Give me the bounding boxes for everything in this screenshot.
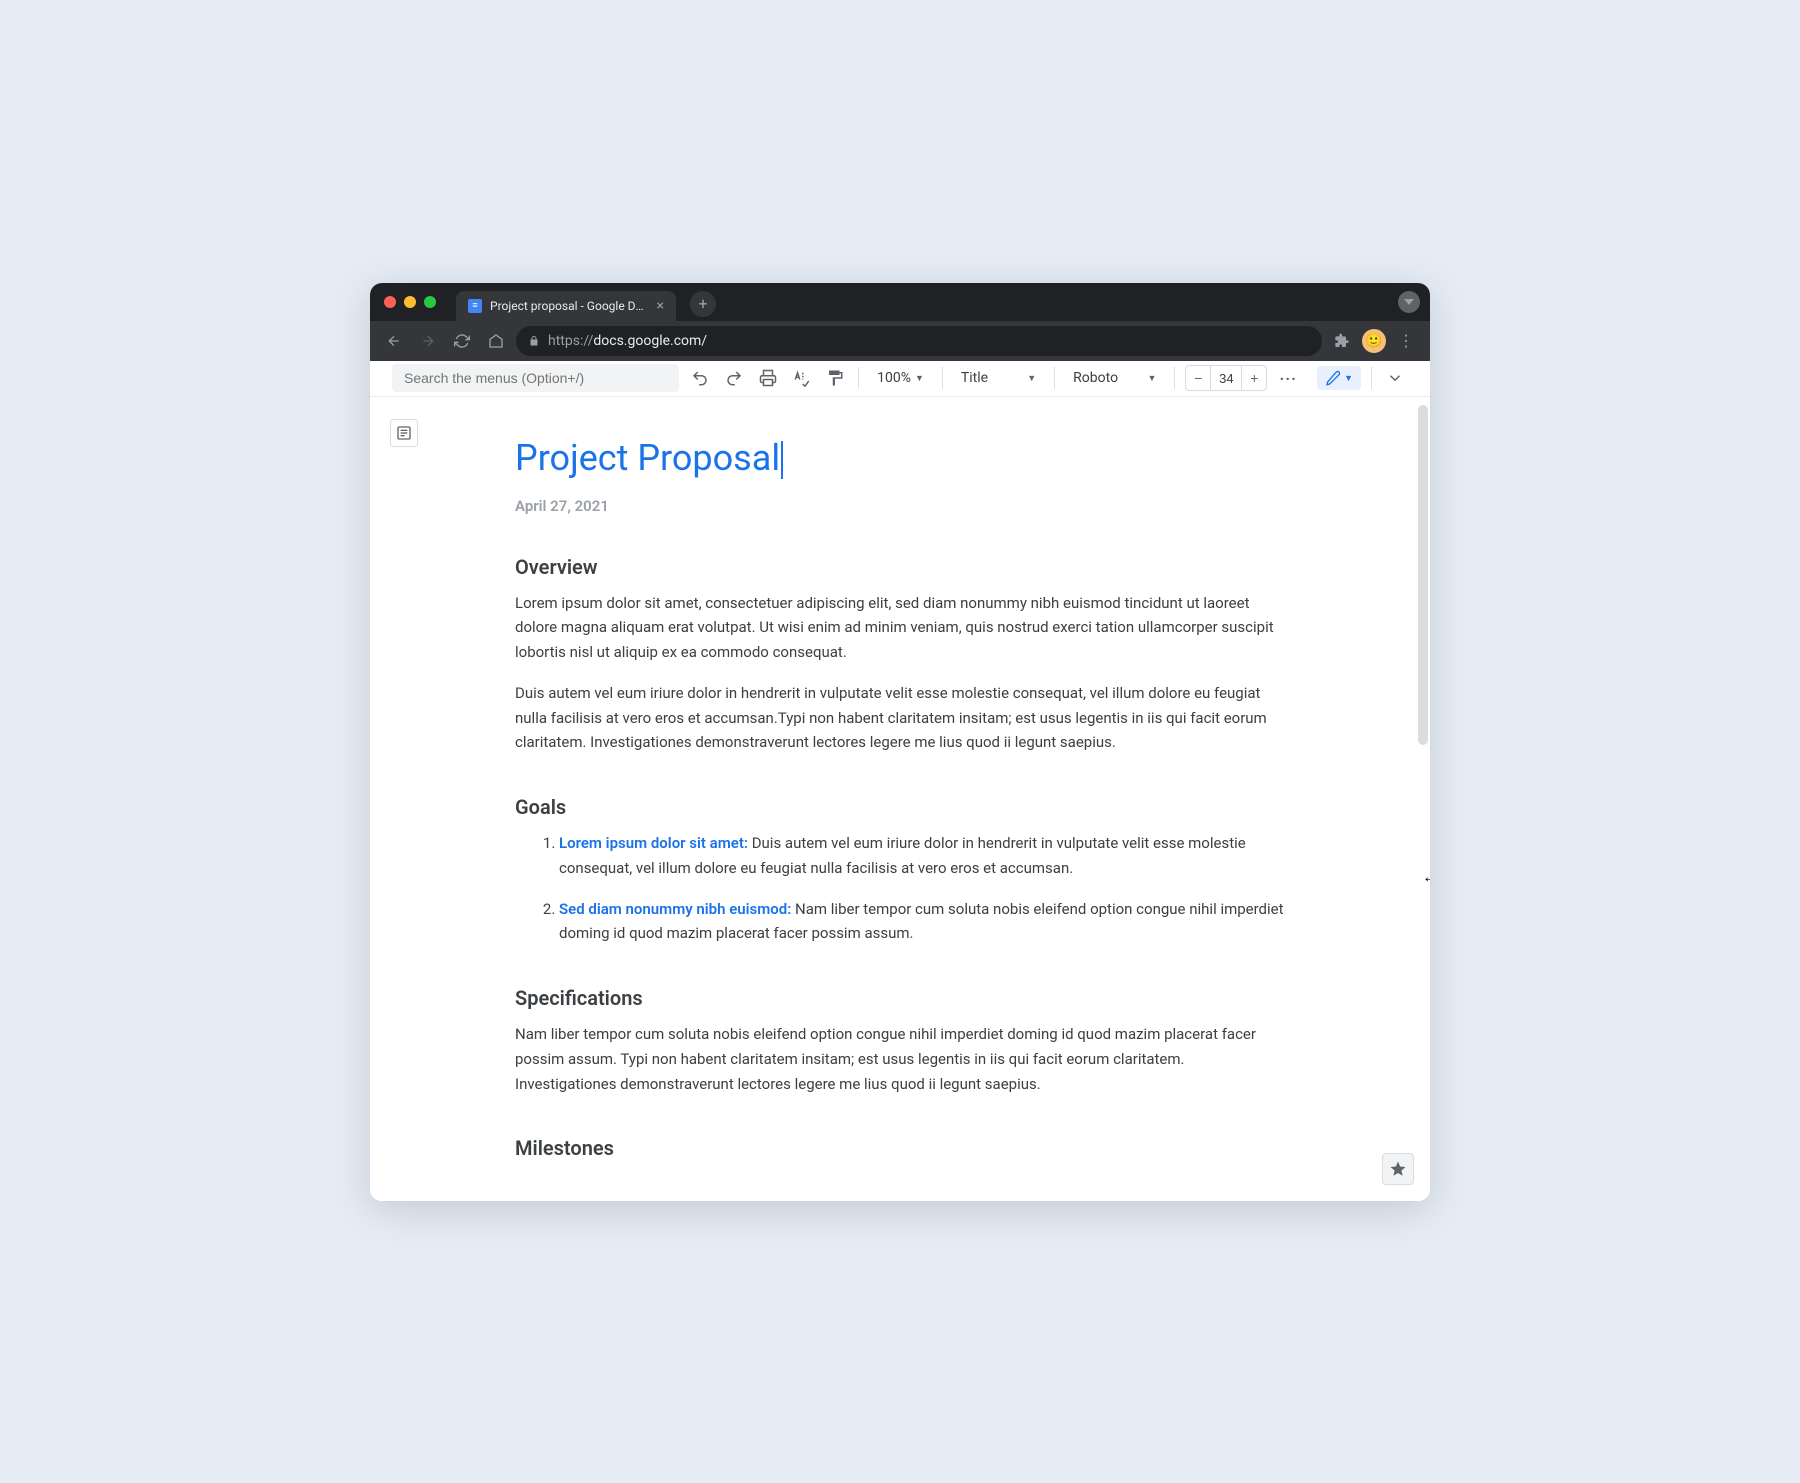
heading-specifications[interactable]: Specifications: [515, 986, 1285, 1010]
tab-close-button[interactable]: ×: [657, 298, 664, 314]
document-title[interactable]: Project Proposal: [515, 437, 783, 479]
heading-goals[interactable]: Goals: [515, 795, 1285, 819]
address-bar: https://docs.google.com/ 🙂 ⋮: [370, 321, 1430, 361]
heading-overview[interactable]: Overview: [515, 555, 1285, 579]
profile-avatar[interactable]: 🙂: [1362, 329, 1386, 353]
menu-search-input[interactable]: [404, 370, 667, 386]
document-area: Project Proposal April 27, 2021 Overview…: [370, 397, 1430, 1201]
reload-button[interactable]: [448, 327, 476, 355]
editing-mode-button[interactable]: ▼: [1317, 366, 1361, 390]
text-cursor: [781, 441, 783, 479]
style-value: Title: [961, 370, 1023, 386]
goal-link-2[interactable]: Sed diam nonummy nibh euismod:: [559, 900, 791, 918]
scrollbar[interactable]: [1416, 397, 1428, 1201]
zoom-value: 100%: [877, 370, 911, 386]
undo-button[interactable]: [687, 365, 713, 391]
goal-item-1[interactable]: Lorem ipsum dolor sit amet: Duis autem v…: [559, 831, 1285, 881]
goal-link-1[interactable]: Lorem ipsum dolor sit amet:: [559, 834, 748, 852]
zoom-selector[interactable]: 100% ▼: [869, 365, 932, 391]
font-selector[interactable]: Roboto ▼: [1065, 365, 1164, 391]
lock-icon: [528, 335, 540, 347]
new-tab-button[interactable]: +: [690, 291, 716, 317]
browser-menu-button[interactable]: ⋮: [1392, 327, 1420, 355]
docs-toolbar: 100% ▼ Title ▼ Roboto ▼ − + ··· ▼: [370, 361, 1430, 397]
pencil-icon: [1325, 370, 1341, 386]
redo-button[interactable]: [721, 365, 747, 391]
overview-paragraph-1[interactable]: Lorem ipsum dolor sit amet, consectetuer…: [515, 591, 1285, 665]
explore-button[interactable]: [1382, 1153, 1414, 1185]
font-size-decrease-button[interactable]: −: [1186, 366, 1210, 390]
close-window-button[interactable]: [384, 296, 396, 308]
caret-down-icon: ▼: [1344, 373, 1353, 384]
document-date[interactable]: April 27, 2021: [515, 497, 1285, 515]
docs-favicon-icon: ≡: [468, 299, 482, 313]
document-outline-button[interactable]: [390, 419, 418, 447]
url-text: https://docs.google.com/: [548, 333, 707, 349]
font-size-input[interactable]: [1211, 371, 1241, 386]
browser-window: ≡ Project proposal - Google Docs × + htt…: [370, 283, 1430, 1201]
spellcheck-button[interactable]: [789, 365, 815, 391]
goals-list[interactable]: Lorem ipsum dolor sit amet: Duis autem v…: [515, 831, 1285, 946]
home-button[interactable]: [482, 327, 510, 355]
document-page[interactable]: Project Proposal April 27, 2021 Overview…: [515, 397, 1285, 1161]
print-button[interactable]: [755, 365, 781, 391]
url-bar[interactable]: https://docs.google.com/: [516, 326, 1322, 356]
heading-milestones[interactable]: Milestones: [515, 1136, 1285, 1160]
caret-down-icon: ▼: [915, 373, 924, 384]
style-selector[interactable]: Title ▼: [953, 365, 1044, 391]
resize-cursor-icon: ↔: [1422, 867, 1430, 887]
maximize-window-button[interactable]: [424, 296, 436, 308]
paint-format-button[interactable]: [822, 365, 848, 391]
goal-item-2[interactable]: Sed diam nonummy nibh euismod: Nam liber…: [559, 897, 1285, 947]
font-size-control: − +: [1185, 365, 1267, 391]
extensions-button[interactable]: [1328, 327, 1356, 355]
font-size-increase-button[interactable]: +: [1242, 366, 1266, 390]
font-value: Roboto: [1073, 370, 1143, 386]
more-toolbar-button[interactable]: ···: [1275, 365, 1301, 391]
tab-title: Project proposal - Google Docs: [490, 299, 649, 313]
overview-paragraph-2[interactable]: Duis autem vel eum iriure dolor in hendr…: [515, 681, 1285, 755]
minimize-window-button[interactable]: [404, 296, 416, 308]
scrollbar-thumb[interactable]: [1418, 405, 1428, 745]
specifications-paragraph[interactable]: Nam liber tempor cum soluta nobis eleife…: [515, 1022, 1285, 1096]
caret-down-icon: ▼: [1147, 373, 1156, 384]
caret-down-icon: ▼: [1027, 373, 1036, 384]
back-button[interactable]: [380, 327, 408, 355]
titlebar: ≡ Project proposal - Google Docs × +: [370, 283, 1430, 321]
window-controls: [384, 296, 436, 308]
browser-account-button[interactable]: [1398, 291, 1420, 313]
forward-button[interactable]: [414, 327, 442, 355]
menu-search[interactable]: [392, 364, 679, 392]
browser-tab[interactable]: ≡ Project proposal - Google Docs ×: [456, 291, 676, 321]
hide-menus-button[interactable]: [1382, 365, 1408, 391]
